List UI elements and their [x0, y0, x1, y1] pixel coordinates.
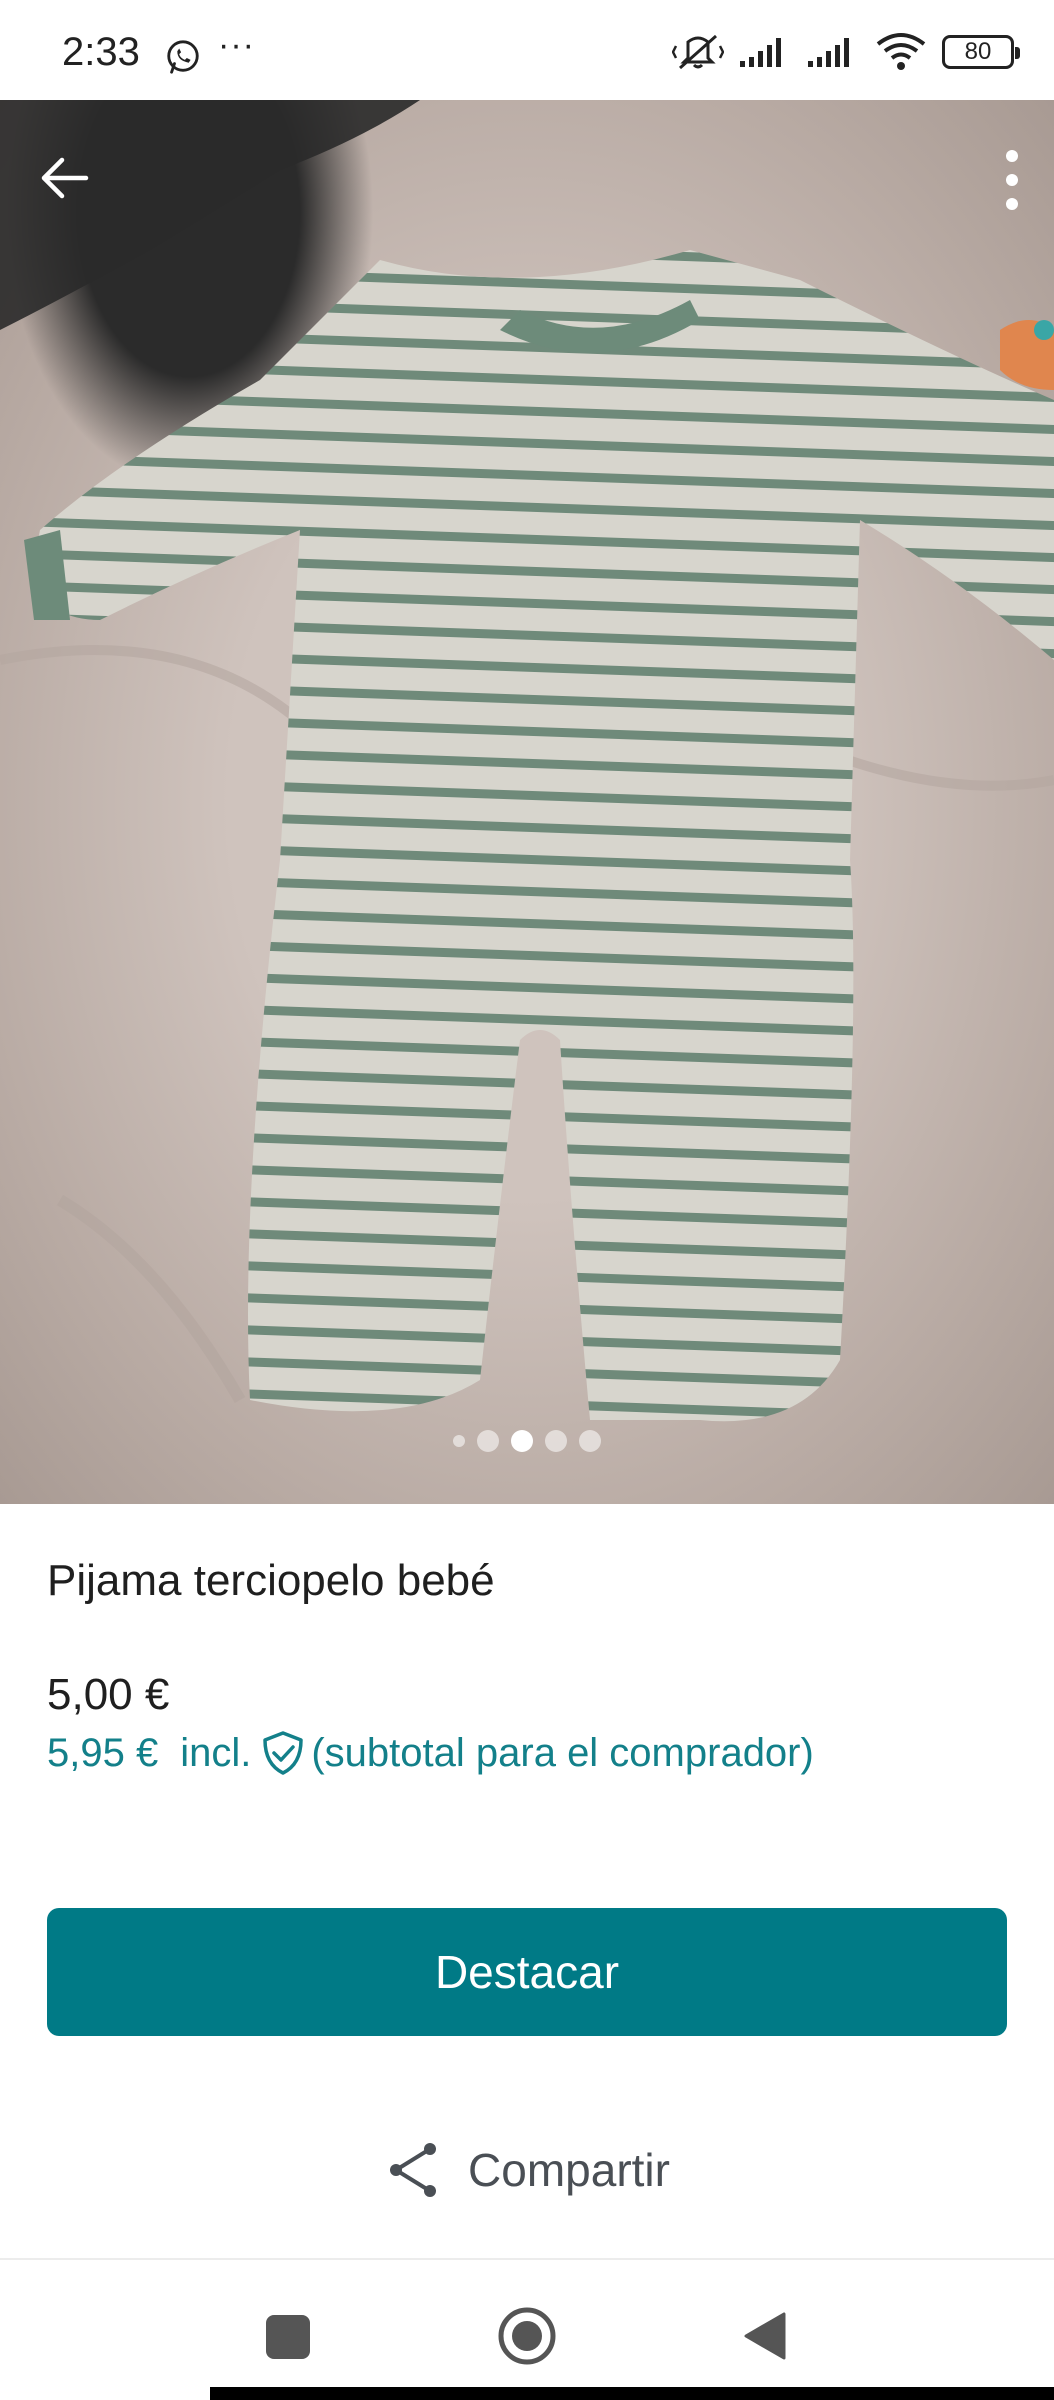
share-icon [390, 2143, 437, 2197]
arrow-left-icon[interactable] [36, 150, 92, 206]
share-button[interactable]: Compartir [0, 2130, 1054, 2210]
buyer-note: (subtotal para el comprador) [311, 1730, 814, 1775]
carousel-dot[interactable] [477, 1430, 499, 1452]
status-time: 2:33 [62, 30, 140, 74]
home-icon[interactable] [497, 2306, 557, 2366]
status-icons: 80 [672, 32, 1020, 72]
more-vertical-icon[interactable] [992, 146, 1032, 216]
back-icon[interactable] [740, 2310, 788, 2362]
carousel-dot[interactable] [453, 1435, 465, 1447]
product-title: Pijama terciopelo bebé [47, 1556, 495, 1605]
product-price: 5,00 € [47, 1670, 170, 1719]
buyer-incl: incl. [180, 1730, 252, 1775]
carousel-dot[interactable] [545, 1430, 567, 1452]
share-label: Compartir [468, 2144, 670, 2196]
signal-icon [808, 38, 849, 67]
carousel-dot[interactable] [579, 1430, 601, 1452]
battery-level: 80 [964, 38, 992, 65]
shield-check-icon [263, 1731, 304, 1775]
mute-vibrate-icon [672, 34, 724, 70]
status-bar: 2:33 ··· 80 [0, 0, 1054, 100]
buyer-price: 5,95 € [47, 1730, 159, 1775]
carousel-dot-active[interactable] [511, 1430, 533, 1452]
carousel-indicator [0, 1430, 1054, 1452]
signal-icon [740, 38, 781, 67]
system-nav-bar [0, 2260, 1054, 2400]
more-notifications-icon: ··· [218, 26, 255, 64]
recent-apps-icon[interactable] [266, 2315, 310, 2359]
wifi-icon [876, 33, 926, 70]
buyer-price-line[interactable]: 5,95 € incl. (subtotal para el comprador… [47, 1730, 814, 1776]
gesture-bar [210, 2387, 1054, 2400]
product-photo [0, 100, 1054, 1422]
battery-icon: 80 [942, 35, 1020, 69]
whatsapp-icon [167, 40, 199, 74]
highlight-button[interactable]: Destacar [47, 1908, 1007, 2036]
product-photo-carousel[interactable] [0, 100, 1054, 1504]
